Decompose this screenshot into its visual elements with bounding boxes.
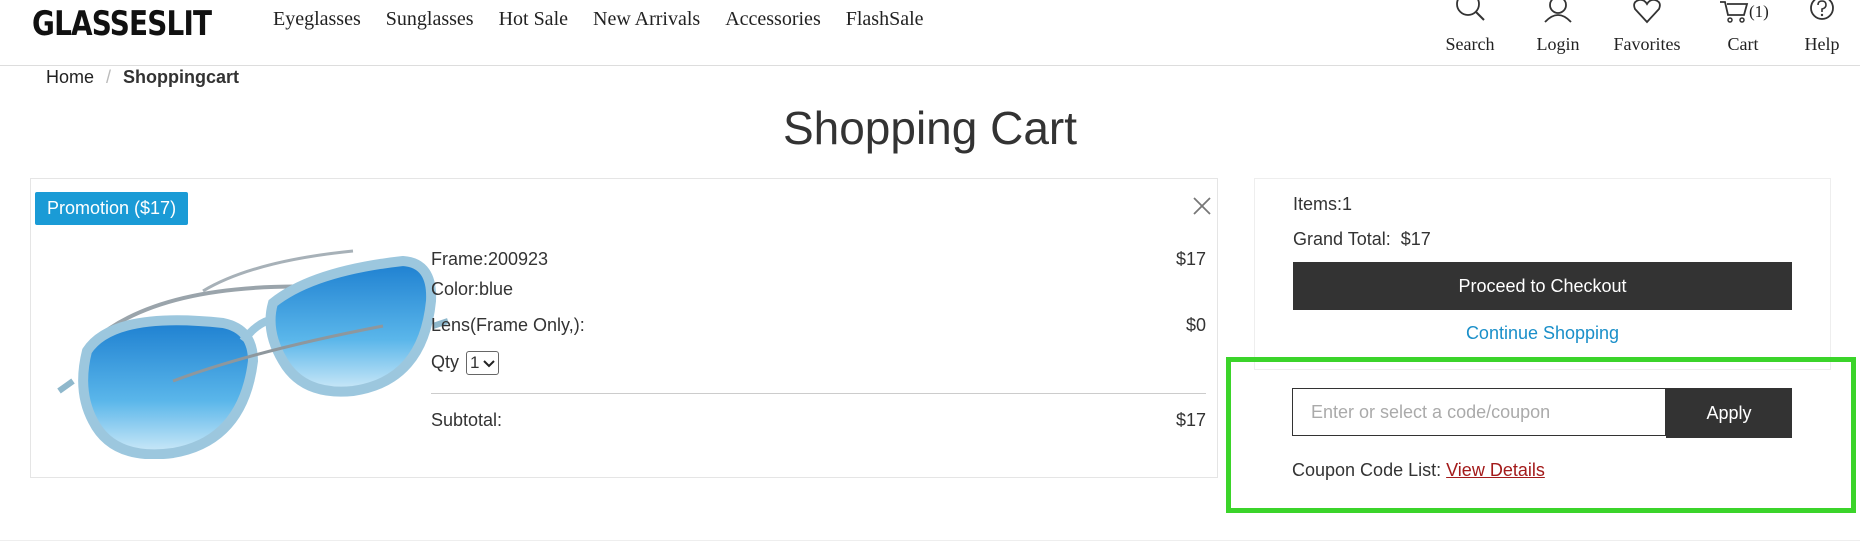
header-help[interactable]: Help xyxy=(1800,0,1844,54)
item-details: Frame:200923 $17 Color:blue Lens(Frame O… xyxy=(431,249,1206,381)
qty-value: 1 xyxy=(470,353,480,372)
subtotal-divider xyxy=(431,393,1206,394)
header-cart[interactable]: (1) Cart xyxy=(1720,0,1769,54)
cart-count: (1) xyxy=(1749,2,1769,21)
breadcrumb-current: Shoppingcart xyxy=(123,67,240,87)
nav-accessories[interactable]: Accessories xyxy=(725,8,821,31)
breadcrumb: Home / Shoppingcart xyxy=(46,67,239,88)
cart-label: Cart xyxy=(1727,34,1759,54)
order-summary: Items:1 Grand Total: $17 Proceed to Chec… xyxy=(1254,178,1831,370)
qty-label: Qty xyxy=(431,351,460,372)
product-image xyxy=(57,249,449,459)
header-favorites[interactable]: Favorites xyxy=(1614,0,1681,54)
header-search[interactable]: Search xyxy=(1446,0,1494,54)
nav-flashsale[interactable]: FlashSale xyxy=(846,8,924,31)
site-logo[interactable]: GLASSESLIT xyxy=(32,4,212,44)
remove-item-close-icon[interactable] xyxy=(1191,195,1213,217)
qty-select[interactable]: 1 xyxy=(466,351,499,375)
header-login[interactable]: Login xyxy=(1536,0,1580,54)
breadcrumb-separator: / xyxy=(106,67,112,87)
help-icon xyxy=(1810,0,1834,20)
view-details-link[interactable]: View Details xyxy=(1446,460,1545,480)
login-label: Login xyxy=(1536,34,1580,54)
lens-price: $0 xyxy=(1185,315,1206,335)
subtotal-row: Subtotal: $17 xyxy=(431,410,1206,431)
grand-total: Grand Total: $17 xyxy=(1293,229,1431,249)
footer-divider xyxy=(0,540,1860,541)
color-row: Color:blue xyxy=(431,279,1206,315)
nav-hot-sale[interactable]: Hot Sale xyxy=(499,8,568,31)
chevron-down-icon xyxy=(482,360,495,368)
qty-row: Qty 1 xyxy=(431,351,1206,381)
heart-icon xyxy=(1633,0,1661,24)
cart-icon xyxy=(1720,1,1749,23)
frame-color: Color:blue xyxy=(431,279,514,299)
frame-name: Frame:200923 xyxy=(431,249,549,269)
breadcrumb-home[interactable]: Home xyxy=(46,67,94,87)
nav-new-arrivals[interactable]: New Arrivals xyxy=(593,8,700,31)
user-icon xyxy=(1544,0,1572,23)
frame-price: $17 xyxy=(1175,249,1206,269)
main-nav: Eyeglasses Sunglasses Hot Sale New Arriv… xyxy=(273,8,949,31)
proceed-to-checkout-button[interactable]: Proceed to Checkout xyxy=(1293,262,1792,310)
favorites-label: Favorites xyxy=(1613,34,1681,54)
lens-label: Lens(Frame Only,): xyxy=(431,315,585,335)
nav-sunglasses[interactable]: Sunglasses xyxy=(386,8,474,31)
coupon-code-input[interactable] xyxy=(1292,388,1666,436)
subtotal-label: Subtotal: xyxy=(431,410,503,430)
subtotal-value: $17 xyxy=(1175,410,1206,430)
search-label: Search xyxy=(1445,34,1495,54)
apply-coupon-button[interactable]: Apply xyxy=(1666,388,1792,438)
coupon-list-label: Coupon Code List: xyxy=(1292,460,1442,480)
page-title: Shopping Cart xyxy=(782,102,1078,154)
frame-row: Frame:200923 $17 xyxy=(431,249,1206,279)
items-count: Items:1 xyxy=(1293,194,1353,214)
promotion-badge: Promotion ($17) xyxy=(35,192,189,225)
cart-item-panel: Promotion ($17) Frame:200923 $17 Color:b… xyxy=(30,178,1218,478)
nav-eyeglasses[interactable]: Eyeglasses xyxy=(273,8,361,31)
search-icon xyxy=(1456,0,1485,21)
help-label: Help xyxy=(1804,34,1840,54)
continue-shopping-link[interactable]: Continue Shopping xyxy=(1293,323,1792,344)
lens-row: Lens(Frame Only,): $0 xyxy=(431,315,1206,351)
coupon-code-list: Coupon Code List: View Details xyxy=(1292,460,1545,481)
site-header: GLASSESLIT Eyeglasses Sunglasses Hot Sal… xyxy=(0,0,1860,66)
